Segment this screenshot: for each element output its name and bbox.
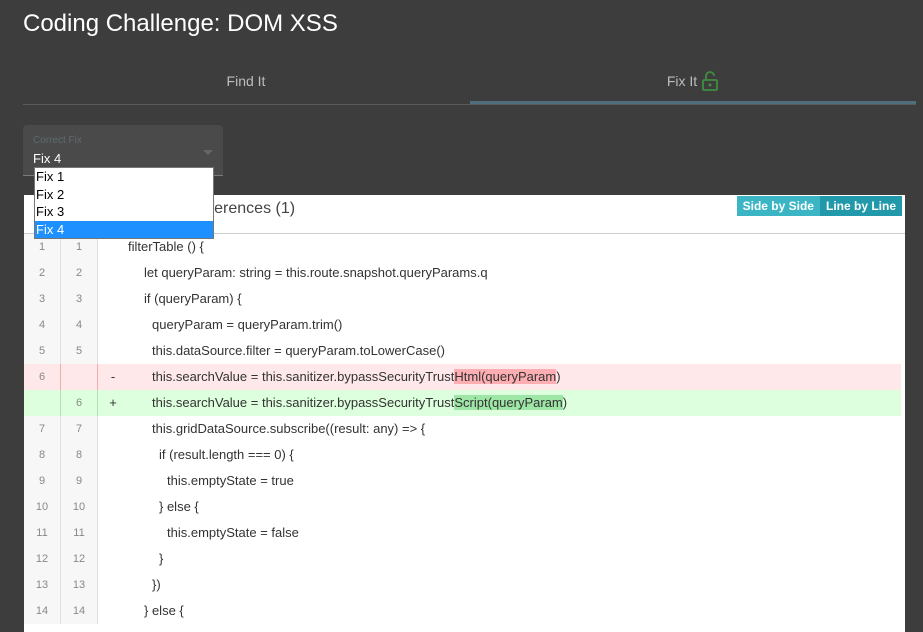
code-line: this.dataSource.filter = queryParam.toLo…	[152, 343, 445, 358]
diff-code: 1 1 filterTable () { 2 2 let queryParam: stri…	[24, 234, 905, 624]
new-line-number: 2	[61, 260, 98, 286]
view-toggle: Side by Side Line by Line	[736, 196, 902, 216]
diff-row: 4 4 queryParam = queryParam.trim()	[24, 312, 905, 338]
code-line: this.emptyState = true	[167, 473, 294, 488]
old-line-number: 11	[24, 520, 61, 546]
diff-row: 3 3 if (queryParam) {	[24, 286, 905, 312]
tab-fix-it[interactable]: Fix It	[470, 60, 916, 102]
code-line: filterTable () {	[128, 239, 204, 254]
old-line-number: 2	[24, 260, 61, 286]
diff-row: 12 12}	[24, 546, 905, 572]
changed-text: Script(queryParam	[454, 395, 563, 410]
diff-row: 2 2 let queryParam: string = this.route.sn…	[24, 260, 905, 286]
tab-bar: Find It Fix It	[23, 60, 916, 105]
code-line: this.searchValue = this.sanitizer.bypass…	[128, 390, 901, 416]
diff-sign: +	[98, 390, 128, 416]
unlock-icon	[701, 71, 719, 91]
diff-row: 6 + this.searchValue = this.sanitizer.bypa…	[24, 390, 905, 416]
diff-sign	[98, 416, 128, 442]
diff-sign	[98, 286, 128, 312]
diff-row: 9 9 this.emptyState = true	[24, 468, 905, 494]
changed-text: Html(queryParam	[454, 369, 557, 384]
old-line-number: 8	[24, 442, 61, 468]
files-summary: ifferences (1)	[202, 200, 296, 217]
code-line: if (result.length === 0) {	[159, 447, 294, 462]
new-line-number	[61, 364, 98, 390]
option-fix-3[interactable]: Fix 3	[35, 203, 213, 221]
code-line: queryParam = queryParam.trim()	[152, 317, 343, 332]
option-fix-1[interactable]: Fix 1	[35, 168, 213, 186]
diff-sign	[98, 260, 128, 286]
diff-row: 11 11 this.emptyState = false	[24, 520, 905, 546]
fix-options-dropdown: Fix 1 Fix 2 Fix 3 Fix 4	[34, 167, 214, 239]
new-line-number: 13	[61, 572, 98, 598]
new-line-number: 6	[61, 390, 98, 416]
old-line-number: 3	[24, 286, 61, 312]
old-line-number: 9	[24, 468, 61, 494]
code-line: this.emptyState = false	[167, 525, 299, 540]
old-line-number	[24, 390, 61, 416]
tab-find-it-label: Find It	[226, 73, 266, 89]
code-line: this.searchValue = this.sanitizer.bypass…	[128, 364, 901, 390]
option-fix-4[interactable]: Fix 4	[35, 220, 213, 238]
old-line-number: 5	[24, 338, 61, 364]
new-line-number: 3	[61, 286, 98, 312]
code-line: }	[159, 551, 164, 566]
fix-select-value: Fix 4	[33, 151, 62, 166]
old-line-number: 4	[24, 312, 61, 338]
old-line-number: 13	[24, 572, 61, 598]
diff-sign	[98, 442, 128, 468]
active-tab-indicator	[470, 101, 916, 104]
diff-sign	[98, 572, 128, 598]
side-by-side-button[interactable]: Side by Side	[736, 196, 820, 216]
code-line: } else {	[159, 499, 199, 514]
old-line-number: 12	[24, 546, 61, 572]
diff-row: 13 13})	[24, 572, 905, 598]
old-line-number: 14	[24, 598, 61, 624]
new-line-number: 14	[61, 598, 98, 624]
diff-sign	[98, 546, 128, 572]
new-line-number: 10	[61, 494, 98, 520]
tab-fix-it-label: Fix It	[666, 73, 698, 89]
new-line-number: 11	[61, 520, 98, 546]
new-line-number: 12	[61, 546, 98, 572]
new-line-number: 8	[61, 442, 98, 468]
diff-row: 6 - this.searchValue = this.sanitizer.bypa…	[24, 364, 905, 390]
code-line: } else {	[144, 603, 184, 618]
new-line-number: 4	[61, 312, 98, 338]
new-line-number: 5	[61, 338, 98, 364]
page-title: Coding Challenge: DOM XSS	[23, 10, 338, 37]
chevron-down-icon	[203, 150, 213, 155]
old-line-number: 6	[24, 364, 61, 390]
diff-row: 5 5 this.dataSource.filter = queryParam.to…	[24, 338, 905, 364]
diff-row: 7 7 this.gridDataSource.subscribe((result:…	[24, 416, 905, 442]
diff-sign	[98, 468, 128, 494]
diff-sign: -	[98, 364, 128, 390]
code-line: this.gridDataSource.subscribe((result: a…	[152, 421, 426, 436]
diff-sign	[98, 312, 128, 338]
diff-panel: ifferences (1) Side by Side Line by Line…	[24, 195, 905, 632]
fix-select-label: Correct Fix	[33, 135, 82, 146]
diff-row: 8 8 if (result.length === 0) {	[24, 442, 905, 468]
diff-row: 14 14 } else {	[24, 598, 905, 624]
option-fix-2[interactable]: Fix 2	[35, 186, 213, 204]
diff-sign	[98, 520, 128, 546]
diff-row: 10 10 } else {	[24, 494, 905, 520]
new-line-number: 9	[61, 468, 98, 494]
code-line: let queryParam: string = this.route.snap…	[144, 265, 488, 280]
code-line: })	[152, 577, 161, 592]
old-line-number: 7	[24, 416, 61, 442]
tab-find-it[interactable]: Find It	[23, 60, 469, 102]
old-line-number: 10	[24, 494, 61, 520]
diff-sign	[98, 494, 128, 520]
line-by-line-button[interactable]: Line by Line	[819, 196, 902, 216]
code-line: if (queryParam) {	[144, 291, 242, 306]
diff-sign	[98, 598, 128, 624]
diff-sign	[98, 338, 128, 364]
new-line-number: 7	[61, 416, 98, 442]
